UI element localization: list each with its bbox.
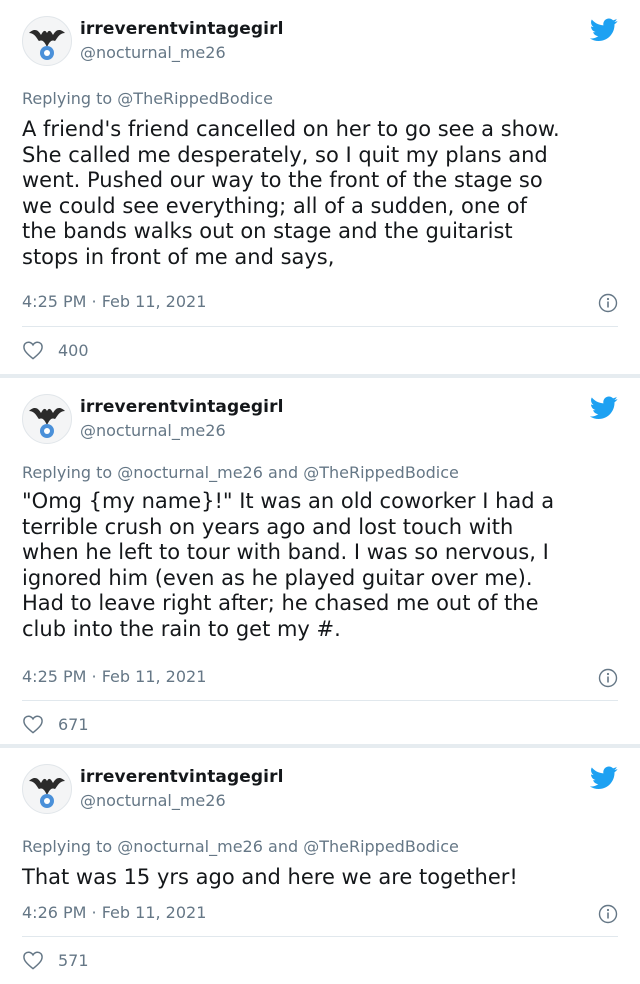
tweet-timestamp[interactable]: 4:26 PM · Feb 11, 2021 (22, 903, 206, 922)
like-count-value: 571 (58, 950, 89, 970)
user-handle[interactable]: @nocturnal_me26 (80, 421, 226, 440)
replying-to: Replying to @TheRippedBodice (22, 89, 273, 108)
twitter-bird-icon[interactable] (590, 18, 618, 42)
divider (22, 700, 618, 701)
user-handle[interactable]: @nocturnal_me26 (80, 43, 226, 62)
avatar[interactable] (22, 394, 72, 444)
display-name[interactable]: irreverentvintagegirl (80, 397, 284, 417)
replying-prefix: Replying to (22, 89, 118, 108)
avatar[interactable] (22, 764, 72, 814)
tweet-card: irreverentvintagegirl @nocturnal_me26 Re… (0, 748, 640, 984)
replying-to: Replying to @nocturnal_me26 and @TheRipp… (22, 837, 459, 856)
bat-avatar-icon (29, 29, 65, 60)
replying-prefix: Replying to (22, 837, 118, 856)
tweet-card: irreverentvintagegirl @nocturnal_me26 Re… (0, 378, 640, 744)
display-name[interactable]: irreverentvintagegirl (80, 19, 284, 39)
info-icon[interactable] (598, 293, 618, 313)
twitter-bird-icon[interactable] (590, 396, 618, 420)
twitter-bird-icon[interactable] (590, 766, 618, 790)
heart-icon[interactable] (22, 950, 44, 970)
bat-avatar-icon (29, 407, 65, 438)
mention-link[interactable]: @nocturnal_me26 (117, 837, 263, 856)
bat-avatar-icon (29, 777, 65, 808)
avatar[interactable] (22, 16, 72, 66)
like-count[interactable]: 571 (22, 950, 89, 970)
heart-icon[interactable] (22, 714, 44, 734)
mention-link[interactable]: @nocturnal_me26 (117, 463, 263, 482)
tweet-text: A friend's friend cancelled on her to go… (22, 117, 560, 269)
info-icon[interactable] (598, 904, 618, 924)
info-icon[interactable] (598, 668, 618, 688)
mention-link[interactable]: @TheRippedBodice (117, 89, 273, 108)
divider (22, 326, 618, 327)
mention-link[interactable]: @TheRippedBodice (303, 463, 459, 482)
replying-join: and (262, 463, 304, 482)
user-handle[interactable]: @nocturnal_me26 (80, 791, 226, 810)
divider (22, 936, 618, 937)
like-count[interactable]: 400 (22, 340, 89, 360)
replying-join: and (262, 837, 304, 856)
like-count-value: 400 (58, 340, 89, 360)
tweet-text: That was 15 yrs ago and here we are toge… (22, 865, 518, 889)
mention-link[interactable]: @TheRippedBodice (303, 837, 459, 856)
like-count-value: 671 (58, 714, 89, 734)
display-name[interactable]: irreverentvintagegirl (80, 767, 284, 787)
tweet-text: "Omg {my name}!" It was an old coworker … (22, 489, 555, 641)
replying-prefix: Replying to (22, 463, 118, 482)
tweet-card: irreverentvintagegirl @nocturnal_me26 Re… (0, 0, 640, 374)
replying-to: Replying to @nocturnal_me26 and @TheRipp… (22, 463, 459, 482)
like-count[interactable]: 671 (22, 714, 89, 734)
tweet-timestamp[interactable]: 4:25 PM · Feb 11, 2021 (22, 292, 206, 311)
heart-icon[interactable] (22, 340, 44, 360)
tweet-timestamp[interactable]: 4:25 PM · Feb 11, 2021 (22, 667, 206, 686)
